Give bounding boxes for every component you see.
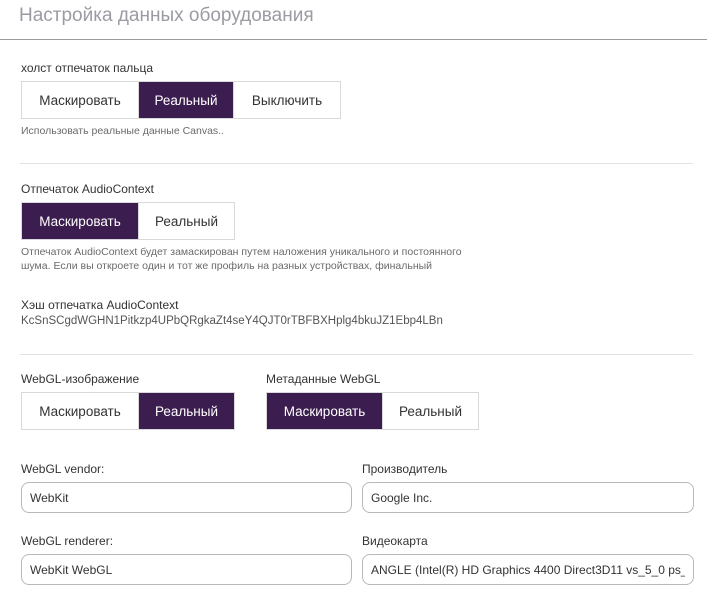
- webgl-vendor-input[interactable]: [22, 483, 351, 512]
- page-title: Настройка данных оборудования: [19, 5, 314, 26]
- canvas-mask-option[interactable]: Маскировать: [22, 82, 139, 118]
- manufacturer-field: [362, 482, 694, 513]
- manufacturer-input[interactable]: [363, 483, 693, 512]
- audio-hash-label: Хэш отпечатка AudioContext: [21, 298, 179, 312]
- manufacturer-label: Производитель: [362, 462, 448, 476]
- canvas-hint: Использовать реальные данные Canvas..: [21, 125, 225, 137]
- webgl-metadata-toggle: Маскировать Реальный: [266, 392, 479, 430]
- canvas-real-option[interactable]: Реальный: [139, 82, 234, 118]
- webgl-renderer-label: WebGL renderer:: [21, 534, 114, 548]
- webgl-image-mask-option[interactable]: Маскировать: [22, 393, 139, 429]
- webgl-image-label: WebGL-изображение: [21, 372, 140, 386]
- section-divider: [20, 354, 693, 355]
- audio-real-option[interactable]: Реальный: [139, 203, 234, 239]
- gpu-input[interactable]: [363, 555, 693, 584]
- audio-hint-line1: Отпечаток AudioContext будет замаскирова…: [21, 246, 462, 258]
- audio-mask-option[interactable]: Маскировать: [22, 203, 139, 239]
- canvas-fingerprint-label: холст отпечаток пальца: [21, 61, 154, 75]
- canvas-fingerprint-toggle: Маскировать Реальный Выключить: [21, 81, 341, 119]
- webgl-metadata-mask-option[interactable]: Маскировать: [267, 393, 383, 429]
- audio-fingerprint-label: Отпечаток AudioContext: [21, 182, 154, 196]
- webgl-renderer-input[interactable]: [22, 555, 351, 584]
- webgl-metadata-real-option[interactable]: Реальный: [383, 393, 478, 429]
- gpu-label: Видеокарта: [362, 534, 428, 548]
- section-divider: [20, 163, 693, 164]
- audio-hash-value: KcSnSCgdWGHN1Pitkzp4UPbQRgkaZt4seY4QJT0r…: [21, 315, 443, 327]
- audio-fingerprint-toggle: Маскировать Реальный: [21, 202, 235, 240]
- gpu-field: [362, 554, 694, 585]
- webgl-image-toggle: Маскировать Реальный: [21, 392, 235, 430]
- audio-hint-line2: шума. Если вы откроете один и тот же про…: [21, 260, 433, 272]
- page-header: Настройка данных оборудования: [0, 0, 707, 40]
- canvas-disable-option[interactable]: Выключить: [234, 82, 340, 118]
- webgl-vendor-label: WebGL vendor:: [21, 462, 105, 476]
- webgl-renderer-field: [21, 554, 352, 585]
- webgl-vendor-field: [21, 482, 352, 513]
- webgl-metadata-label: Метаданные WebGL: [266, 372, 381, 386]
- webgl-image-real-option[interactable]: Реальный: [139, 393, 234, 429]
